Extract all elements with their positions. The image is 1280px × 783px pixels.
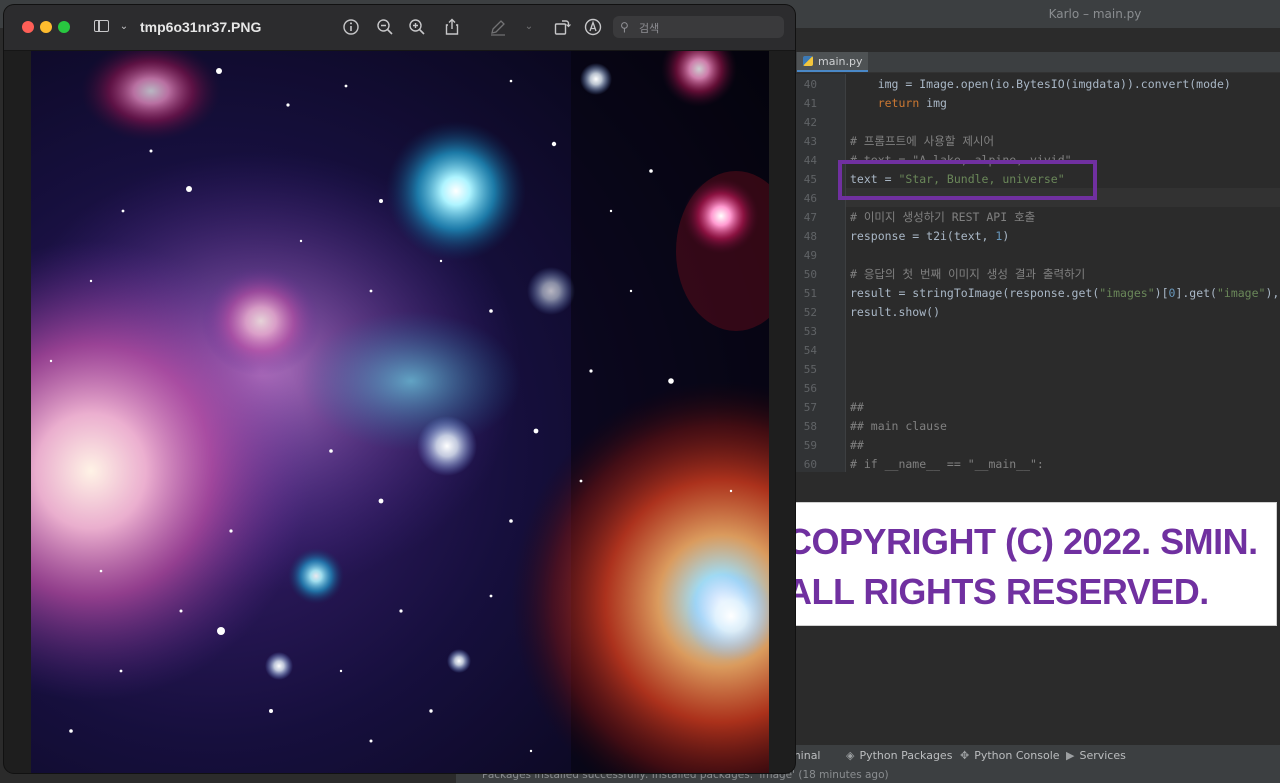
line-number: 44 bbox=[803, 154, 817, 167]
code-line: result = stringToImage(response.get("ima… bbox=[850, 284, 1279, 303]
fullscreen-window-button[interactable] bbox=[58, 21, 70, 33]
line-number: 48 bbox=[803, 230, 817, 243]
packages-icon: ◈ bbox=[846, 749, 855, 762]
code-line: return img bbox=[850, 94, 947, 113]
line-number-gutter: 40 41 42 43 44 45 46 47 48 49 50 51 52 53 54 55 56 57 58 59… bbox=[795, 74, 846, 472]
python-console-icon: ✥ bbox=[960, 749, 970, 762]
code-line: ## bbox=[850, 436, 864, 455]
code-token: "image" bbox=[1216, 286, 1266, 300]
code-token: # 프롬프트에 사용할 제시어 bbox=[850, 134, 995, 148]
search-icon: ⚲ bbox=[620, 20, 629, 34]
code-line: ## main clause bbox=[850, 417, 947, 436]
python-file-icon bbox=[803, 56, 813, 66]
zoom-out-icon[interactable] bbox=[375, 17, 395, 37]
space-nebula-image bbox=[31, 51, 769, 773]
line-number: 54 bbox=[803, 344, 817, 357]
code-line: # 프롬프트에 사용할 제시어 bbox=[850, 132, 994, 151]
markup-icon[interactable] bbox=[583, 17, 603, 37]
copyright-notice: COPYRIGHT (C) 2022. SMIN. ALL RIGHTS RES… bbox=[771, 502, 1277, 626]
line-number: 47 bbox=[803, 211, 817, 224]
line-number: 49 bbox=[803, 249, 817, 262]
line-number: 45 bbox=[803, 173, 817, 186]
minimize-window-button[interactable] bbox=[40, 21, 52, 33]
code-token: ) bbox=[1002, 229, 1010, 243]
code-token: img = Image.open(io.BytesIO(imgdata)).co… bbox=[850, 77, 1231, 91]
code-token: # if __name__ == "__main__": bbox=[850, 457, 1044, 471]
line-number: 53 bbox=[803, 325, 817, 338]
line-number: 51 bbox=[803, 287, 817, 300]
document-title: tmp6o31nr37.PNG bbox=[140, 19, 262, 35]
code-line: response = t2i(text, 1) bbox=[850, 227, 1009, 246]
line-number: 55 bbox=[803, 363, 817, 376]
code-token: response = t2i(text, bbox=[850, 229, 996, 243]
code-token: # 이미지 생성하기 REST API 호출 bbox=[850, 210, 1036, 224]
zoom-in-icon[interactable] bbox=[407, 17, 427, 37]
line-number: 58 bbox=[803, 420, 817, 433]
python-console-label: Python Console bbox=[974, 749, 1060, 762]
code-line: # 응답의 첫 번째 이미지 생성 결과 출력하기 bbox=[850, 265, 1085, 284]
line-number: 40 bbox=[803, 78, 817, 91]
code-token: ## bbox=[850, 438, 864, 452]
share-icon[interactable] bbox=[442, 17, 462, 37]
pen-menu-chevron-icon[interactable]: ⌄ bbox=[519, 17, 539, 37]
code-token: ## bbox=[850, 400, 864, 414]
preview-titlebar: ⌄ tmp6o31nr37.PNG ⌄ ⚲ bbox=[4, 5, 795, 51]
code-line: # 이미지 생성하기 REST API 호출 bbox=[850, 208, 1035, 227]
copyright-line-1: COPYRIGHT (C) 2022. SMIN. bbox=[786, 521, 1258, 562]
code-token: "images" bbox=[1099, 286, 1155, 300]
code-token: ), bbox=[1265, 286, 1280, 300]
preview-window: ⌄ tmp6o31nr37.PNG ⌄ ⚲ bbox=[4, 5, 795, 773]
close-window-button[interactable] bbox=[22, 21, 34, 33]
image-canvas[interactable] bbox=[31, 51, 769, 773]
code-token: img bbox=[919, 96, 947, 110]
info-icon[interactable] bbox=[341, 17, 361, 37]
ide-window-title: Karlo – main.py bbox=[1048, 7, 1142, 21]
services-icon: ▶ bbox=[1066, 749, 1075, 762]
line-number: 42 bbox=[803, 116, 817, 129]
code-token: return bbox=[877, 96, 920, 110]
services-label: Services bbox=[1079, 749, 1126, 762]
code-line: # if __name__ == "__main__": bbox=[850, 455, 1044, 472]
code-token: # 응답의 첫 번째 이미지 생성 결과 출력하기 bbox=[850, 267, 1086, 281]
line-number: 50 bbox=[803, 268, 817, 281]
search-field[interactable]: ⚲ bbox=[613, 16, 784, 38]
tab-label: main.py bbox=[818, 55, 863, 68]
line-number: 57 bbox=[803, 401, 817, 414]
code-line: ## bbox=[850, 398, 864, 417]
code-editor[interactable]: img = Image.open(io.BytesIO(imgdata)).co… bbox=[846, 74, 1280, 472]
python-packages-label: Python Packages bbox=[859, 749, 953, 762]
line-number: 43 bbox=[803, 135, 817, 148]
code-token: ## main clause bbox=[850, 419, 947, 433]
copyright-line-2: ALL RIGHTS RESERVED. bbox=[786, 571, 1209, 612]
pen-icon[interactable] bbox=[488, 17, 508, 37]
rotate-icon[interactable] bbox=[552, 17, 572, 37]
editor-tab-bar: main.py bbox=[795, 52, 1280, 73]
sidebar-icon[interactable] bbox=[92, 17, 112, 37]
code-line: img = Image.open(io.BytesIO(imgdata)).co… bbox=[850, 75, 1231, 94]
chevron-down-icon[interactable]: ⌄ bbox=[114, 17, 134, 37]
tab-main-py[interactable]: main.py bbox=[797, 52, 869, 72]
line-number: 59 bbox=[803, 439, 817, 452]
line-number: 52 bbox=[803, 306, 817, 319]
line-number: 46 bbox=[803, 192, 817, 205]
code-token: result = stringToImage(response.get( bbox=[850, 286, 1100, 300]
tool-python-console[interactable]: ✥ Python Console bbox=[960, 745, 1060, 767]
ide-bottom-toolbar: Terminal ◈ Python Packages ✥ Python Consol… bbox=[774, 745, 1280, 767]
annotation-highlight-box bbox=[838, 160, 1097, 200]
tool-services[interactable]: ▶ Services bbox=[1066, 745, 1126, 767]
line-number: 56 bbox=[803, 382, 817, 395]
code-token: result.show() bbox=[850, 305, 941, 319]
line-number: 41 bbox=[803, 97, 817, 110]
code-line: result.show() bbox=[850, 303, 940, 322]
search-input[interactable] bbox=[637, 18, 781, 38]
tool-python-packages[interactable]: ◈ Python Packages bbox=[846, 745, 952, 767]
code-token: )[ bbox=[1154, 286, 1169, 300]
code-token: ].get( bbox=[1175, 286, 1217, 300]
